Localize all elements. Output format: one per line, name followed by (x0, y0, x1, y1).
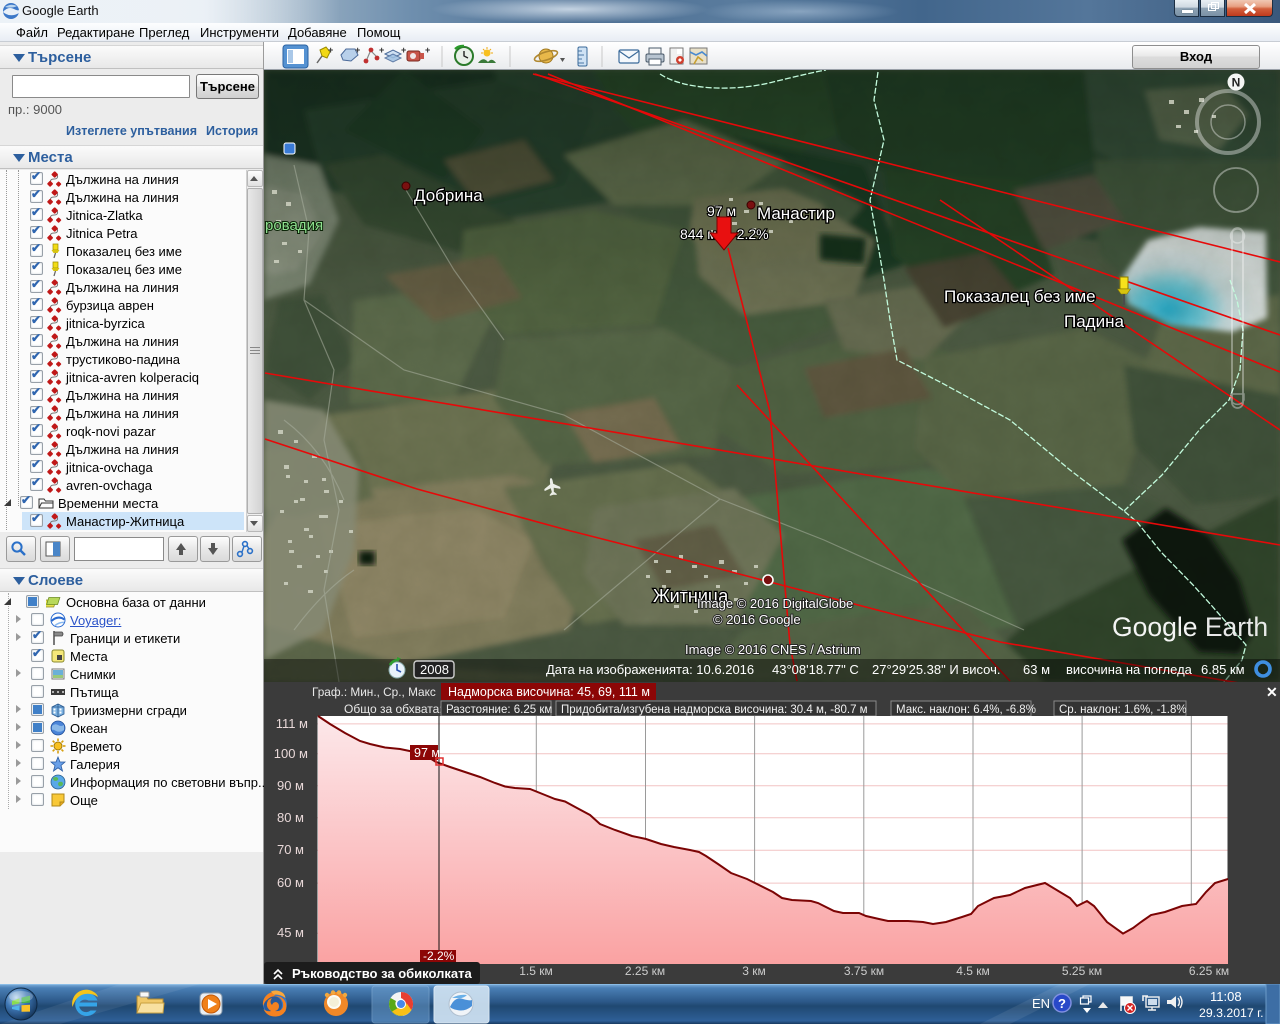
svg-text:?: ? (1058, 996, 1066, 1011)
svg-text:80 м: 80 м (277, 810, 304, 825)
svg-text:Общо за обхвата:: Общо за обхвата: (344, 702, 443, 716)
svg-text:5.25 км: 5.25 км (1062, 964, 1102, 978)
svg-text:-2.2%: -2.2% (423, 949, 455, 963)
svg-text:45 м: 45 м (277, 925, 304, 940)
svg-text:6.85 км: 6.85 км (1201, 662, 1245, 677)
svg-text:височина на погледа: височина на погледа (1066, 662, 1193, 677)
svg-text:111 м: 111 м (276, 716, 308, 731)
svg-text:Граф.: Мин., Ср., Макс: Граф.: Мин., Ср., Макс (312, 685, 436, 699)
svg-text:29.3.2017 г.: 29.3.2017 г. (1199, 1006, 1264, 1020)
svg-text:3.75 км: 3.75 км (844, 964, 884, 978)
svg-text:ровадия: ровадия (265, 217, 323, 234)
svg-text:2008: 2008 (420, 662, 449, 677)
svg-text:Дата на изображенията: 10.6.20: Дата на изображенията: 10.6.2016 (546, 662, 754, 677)
svg-text:Ръководство за обиколката: Ръководство за обиколката (292, 966, 472, 981)
svg-text:Манастир: Манастир (757, 204, 835, 223)
svg-text:Image © 2016 DigitalGlobe: Image © 2016 DigitalGlobe (697, 596, 853, 611)
svg-text:Разстояние: 6.25 км: Разстояние: 6.25 км (446, 704, 552, 716)
svg-text:+: + (401, 45, 406, 55)
svg-text:6.25 км: 6.25 км (1189, 964, 1229, 978)
svg-text:70 м: 70 м (277, 842, 304, 857)
svg-text:60 м: 60 м (277, 875, 304, 890)
svg-text:Добрина: Добрина (414, 186, 483, 205)
svg-text:1.5 км: 1.5 км (519, 964, 553, 978)
svg-text:© 2016 Google: © 2016 Google (713, 612, 801, 627)
svg-text:Придобита/изгубена надморска в: Придобита/изгубена надморска височина: 3… (561, 704, 868, 716)
svg-text:N: N (1232, 76, 1241, 90)
svg-text:90 м: 90 м (277, 778, 304, 793)
svg-text:Макс. наклон: 6.4%, -6.8%: Макс. наклон: 6.4%, -6.8% (896, 704, 1036, 716)
svg-text:Показалец без име: Показалец без име (944, 287, 1096, 306)
svg-text:43°08'18.77" С: 43°08'18.77" С (772, 662, 859, 677)
svg-text:Ср. наклон: 1.6%, -1.8%: Ср. наклон: 1.6%, -1.8% (1059, 704, 1187, 716)
svg-text:+: + (425, 45, 430, 55)
svg-text:Google Earth: Google Earth (1112, 612, 1268, 642)
svg-text:✕: ✕ (1266, 684, 1278, 700)
svg-text:+: + (355, 45, 360, 55)
svg-text:2.25 км: 2.25 км (625, 964, 665, 978)
svg-text:4.5 км: 4.5 км (956, 964, 990, 978)
svg-text:EN: EN (1032, 996, 1050, 1011)
svg-text:27°29'25.38" И височ.: 27°29'25.38" И височ. (872, 662, 1000, 677)
svg-text:Image © 2016 CNES / Astrium: Image © 2016 CNES / Astrium (685, 642, 861, 657)
svg-text:Падина: Падина (1064, 312, 1124, 331)
svg-text:+: + (379, 45, 384, 55)
svg-text:63 м: 63 м (1023, 662, 1050, 677)
svg-text:Надморска височина: 45, 69, 11: Надморска височина: 45, 69, 111 м (448, 685, 650, 699)
svg-text:100 м: 100 м (274, 746, 308, 761)
svg-text:11:08: 11:08 (1210, 989, 1242, 1004)
svg-text:+: + (328, 45, 333, 55)
svg-text:3 км: 3 км (742, 964, 766, 978)
